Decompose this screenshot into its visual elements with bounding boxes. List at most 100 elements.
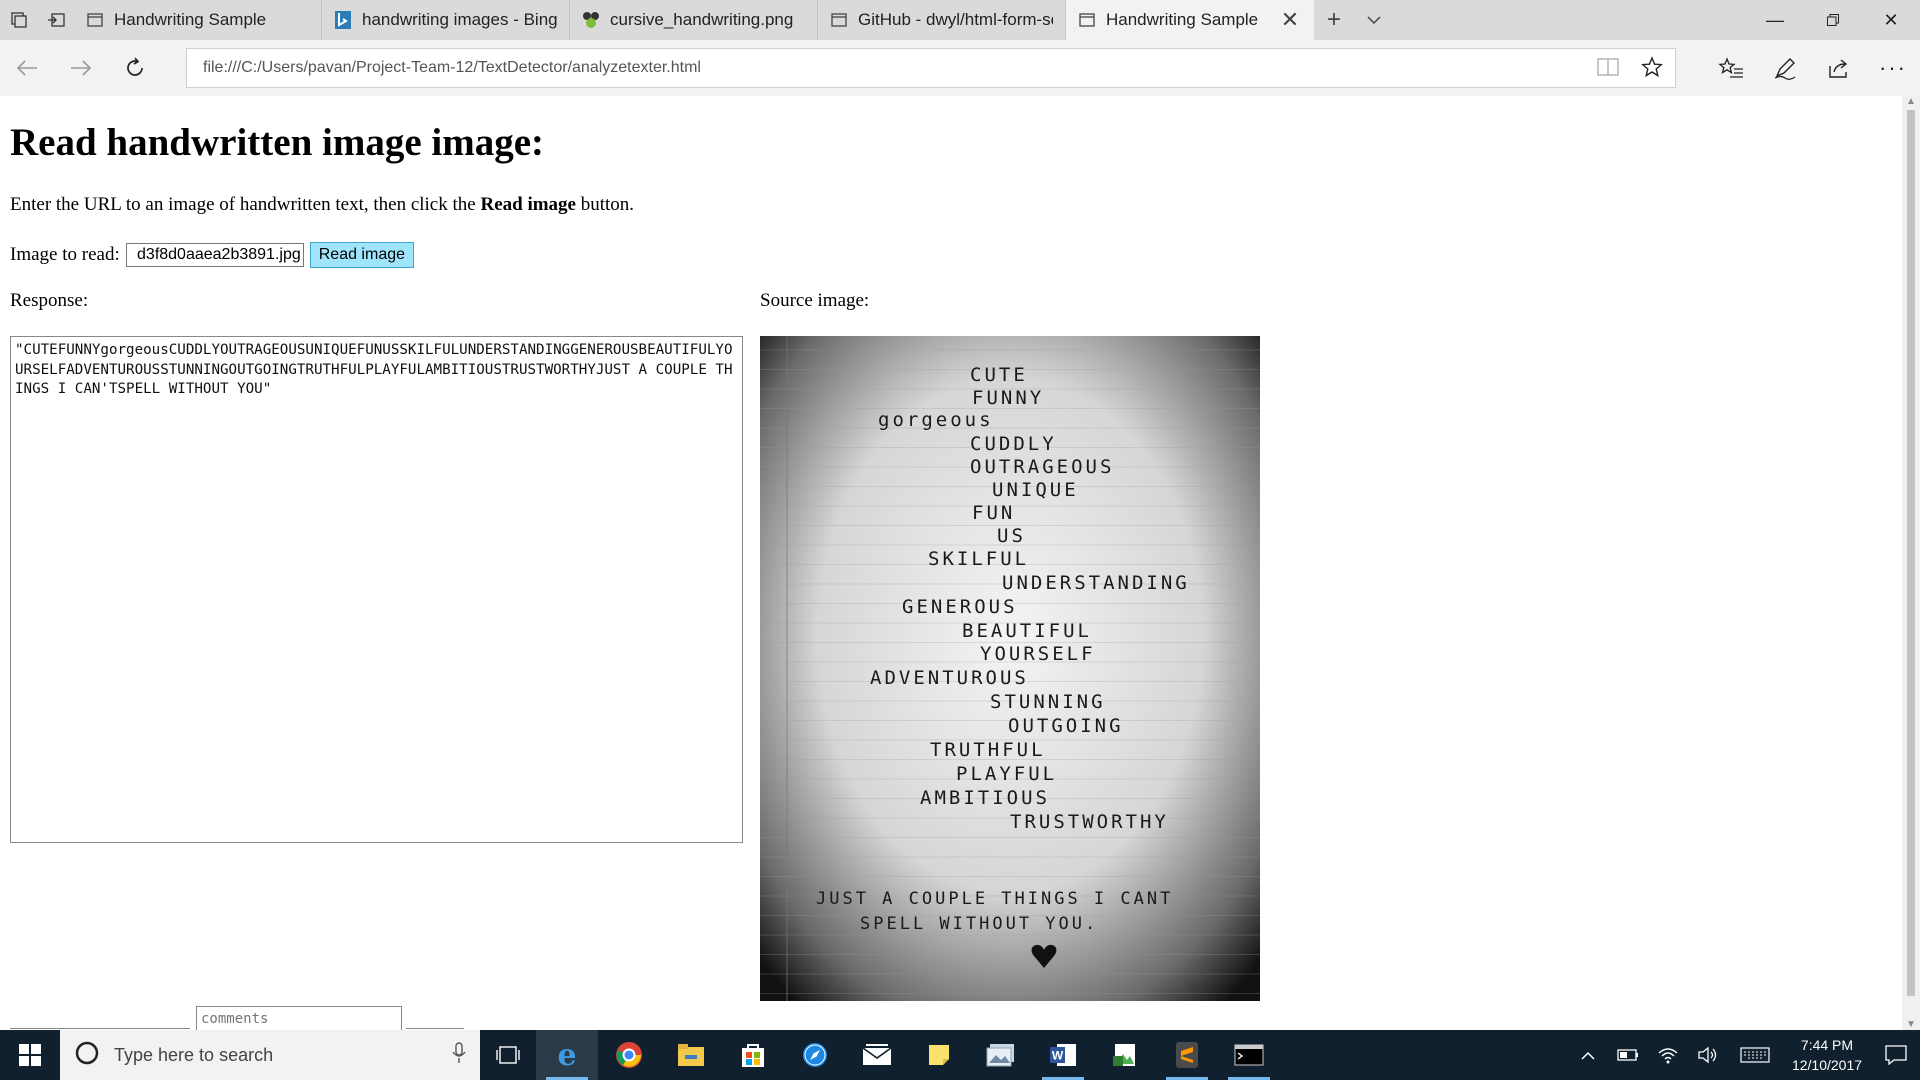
reading-view-icon[interactable]: [1597, 57, 1619, 82]
handwritten-word: UNDERSTANDING: [1002, 572, 1190, 594]
new-tab-icon[interactable]: +: [1314, 0, 1354, 40]
store-icon[interactable]: [722, 1030, 784, 1080]
show-hidden-icons-icon[interactable]: [1568, 1051, 1608, 1060]
close-window-icon[interactable]: ✕: [1862, 0, 1920, 40]
handwritten-word: CUTE: [970, 364, 1028, 386]
image-icon: [582, 11, 600, 29]
instructions-text: Enter the URL to an image of handwritten…: [10, 194, 481, 215]
task-view-icon[interactable]: [480, 1030, 536, 1080]
file-explorer-icon[interactable]: [660, 1030, 722, 1080]
tab-manager-icon[interactable]: [0, 0, 37, 40]
tab-bar: Handwriting Sample handwriting images - …: [0, 0, 1920, 40]
scroll-up-icon[interactable]: ▲: [1906, 96, 1916, 107]
more-options-icon[interactable]: ···: [1866, 40, 1920, 96]
handwritten-word: AMBITIOUS: [920, 787, 1050, 809]
tab-label: Handwriting Sample: [114, 10, 267, 29]
page-scrollbar[interactable]: ▲ ▼: [1902, 96, 1920, 1030]
tab-label: Handwriting Sample: [1106, 10, 1259, 29]
battery-icon[interactable]: [1608, 1049, 1648, 1061]
image-url-input[interactable]: [125, 243, 304, 267]
close-tab-icon[interactable]: ✕: [1278, 7, 1302, 33]
read-image-button[interactable]: Read image: [309, 242, 415, 268]
tab-bing-images[interactable]: handwriting images - Bing i: [322, 0, 570, 40]
handwritten-word: GENEROUS: [902, 596, 1018, 618]
pen-notes-icon[interactable]: [1758, 40, 1812, 96]
handwritten-word: TRUTHFUL: [930, 739, 1046, 761]
handwritten-footer: JUST A COUPLE THINGS I CANT: [816, 889, 1173, 909]
handwritten-word: PLAYFUL: [956, 763, 1057, 785]
favorite-star-icon[interactable]: [1640, 55, 1664, 83]
handwritten-word: STUNNING: [990, 691, 1106, 713]
tab-cursive-handwriting[interactable]: cursive_handwriting.png: [570, 0, 818, 40]
share-icon[interactable]: [1812, 40, 1866, 96]
word-icon[interactable]: W: [1032, 1030, 1094, 1080]
image-url-label: Image to read:: [10, 244, 120, 265]
address-url: file:///C:/Users/pavan/Project-Team-12/T…: [203, 59, 701, 76]
window-controls: — ✕: [1746, 0, 1920, 40]
notifications-icon[interactable]: [1872, 1045, 1920, 1065]
cortana-icon: [74, 1040, 100, 1071]
taskbar-search[interactable]: Type here to search: [60, 1030, 480, 1080]
address-bar[interactable]: file:///C:/Users/pavan/Project-Team-12/T…: [186, 48, 1676, 88]
favorites-hub-icon[interactable]: [1704, 40, 1758, 96]
handwritten-footer: SPELL WITHOUT YOU.: [860, 914, 1098, 934]
wifi-icon[interactable]: [1648, 1046, 1688, 1064]
source-image-label: Source image:: [760, 290, 870, 311]
search-placeholder: Type here to search: [114, 1044, 274, 1065]
forward-icon[interactable]: [54, 40, 108, 96]
keyboard-icon[interactable]: [1728, 1047, 1782, 1063]
handwritten-word: FUN: [972, 502, 1015, 524]
handwritten-word: FUNNY: [972, 387, 1044, 409]
minimize-icon[interactable]: —: [1746, 0, 1804, 40]
response-textarea[interactable]: "CUTEFUNNYgorgeousCUDDLYOUTRAGEOUSUNIQUE…: [10, 336, 743, 843]
scroll-down-icon[interactable]: ▼: [1906, 1019, 1916, 1030]
navigation-bar: file:///C:/Users/pavan/Project-Team-12/T…: [0, 40, 1920, 96]
page-icon: [86, 11, 104, 29]
handwritten-word: SKILFUL: [928, 548, 1029, 570]
comments-input[interactable]: [196, 1006, 402, 1030]
chevron-down-icon[interactable]: [1354, 0, 1394, 40]
handwritten-word: gorgeous: [878, 409, 994, 431]
handwritten-word: UNIQUE: [992, 479, 1079, 501]
image-app-icon[interactable]: [1094, 1030, 1156, 1080]
set-aside-tabs-icon[interactable]: [37, 0, 74, 40]
page-content: Read handwritten image image: Enter the …: [0, 96, 1902, 1030]
handwritten-word: YOURSELF: [980, 643, 1096, 665]
instructions-bold: Read image: [480, 194, 576, 215]
handwritten-word: TRUSTWORTHY: [1010, 811, 1169, 833]
handwritten-word: US: [997, 525, 1026, 547]
system-clock[interactable]: 7:44 PM 12/10/2017: [1782, 1035, 1872, 1075]
scroll-thumb[interactable]: [1907, 110, 1915, 996]
taskbar: Type here to search e W 7:44 PM 12/10/20…: [0, 1030, 1920, 1080]
handwritten-word: CUDDLY: [970, 433, 1057, 455]
back-icon[interactable]: [0, 40, 54, 96]
microphone-icon[interactable]: [452, 1041, 480, 1069]
image-url-row: Image to read: Read image: [10, 242, 415, 268]
page-icon: [830, 11, 848, 29]
tab-label: GitHub - dwyl/html-form-se: [858, 10, 1053, 29]
chrome-icon[interactable]: [598, 1030, 660, 1080]
terminal-icon[interactable]: [1218, 1030, 1280, 1080]
mail-icon[interactable]: [846, 1030, 908, 1080]
page-title: Read handwritten image image:: [10, 121, 545, 164]
edge-icon[interactable]: e: [536, 1030, 598, 1080]
windows-start-icon[interactable]: [0, 1030, 60, 1080]
system-tray: 7:44 PM 12/10/2017: [1568, 1030, 1920, 1080]
tab-handwriting-sample-1[interactable]: Handwriting Sample: [74, 0, 322, 40]
page-icon: [1078, 11, 1096, 29]
safari-icon[interactable]: [784, 1030, 846, 1080]
sublime-icon[interactable]: [1156, 1030, 1218, 1080]
refresh-icon[interactable]: [108, 40, 162, 96]
handwritten-word: BEAUTIFUL: [962, 620, 1092, 642]
tab-handwriting-sample-active[interactable]: Handwriting Sample ✕: [1066, 0, 1314, 40]
photos-icon[interactable]: [970, 1030, 1032, 1080]
sticky-notes-icon[interactable]: [908, 1030, 970, 1080]
volume-icon[interactable]: [1688, 1046, 1728, 1064]
bing-icon: [334, 11, 352, 29]
response-label: Response:: [10, 290, 89, 311]
restore-icon[interactable]: [1804, 0, 1862, 40]
tab-github[interactable]: GitHub - dwyl/html-form-se: [818, 0, 1066, 40]
clock-time: 7:44 PM: [1800, 1037, 1854, 1053]
svg-text:W: W: [1052, 1049, 1064, 1063]
handwritten-word: ADVENTUROUS: [870, 667, 1029, 689]
